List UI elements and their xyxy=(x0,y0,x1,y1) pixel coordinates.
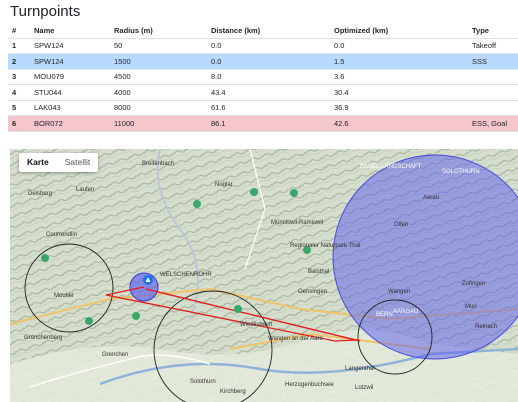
place-label: Nuglar xyxy=(215,182,233,188)
place-label: WELSCHENROHR xyxy=(160,272,212,278)
cell-index: 3 xyxy=(8,69,30,85)
cell-type: Takeoff xyxy=(468,38,518,54)
cell-optimized: 3.6 xyxy=(330,69,468,85)
takeoff-marker[interactable] xyxy=(143,275,153,285)
place-label: Balsthal xyxy=(308,269,330,275)
table-row[interactable]: 3 MOU079 4500 8.0 3.6 xyxy=(8,69,518,85)
place-label: Langenthal xyxy=(345,366,375,372)
cell-type xyxy=(468,69,518,85)
place-label: Grenchen xyxy=(102,352,129,358)
column-header-distance: Distance (km) xyxy=(207,23,330,39)
cell-radius: 1500 xyxy=(110,53,207,70)
cell-index: 4 xyxy=(8,84,30,101)
cell-distance: 86.1 xyxy=(207,115,330,132)
cell-type xyxy=(468,100,518,116)
cell-name: SPW124 xyxy=(30,38,110,54)
cell-name: MOU079 xyxy=(30,69,110,85)
region-label: BERN xyxy=(376,312,393,318)
place-label: Herzogenbuchsee xyxy=(285,382,334,388)
cell-distance: 43.4 xyxy=(207,84,330,101)
cell-optimized: 1.5 xyxy=(330,53,468,70)
page-title: Turnpoints xyxy=(10,3,81,20)
cell-name: STU044 xyxy=(30,84,110,101)
place-label: Wangen an der Aare xyxy=(268,336,323,342)
place-label: Wiedlisbach xyxy=(240,322,273,328)
column-header-name: Name xyxy=(30,23,110,39)
cell-radius: 4000 xyxy=(110,84,207,101)
place-label: Mümliswil-Ramiswil xyxy=(271,220,323,226)
place-label: Moutier xyxy=(54,293,75,299)
cell-distance: 0.0 xyxy=(207,38,330,54)
cell-optimized: 36.9 xyxy=(330,100,468,116)
place-label: Laufen xyxy=(76,187,95,193)
cell-type xyxy=(468,84,518,101)
map-tab-satellit[interactable]: Satellit xyxy=(57,153,99,172)
cell-optimized: 0.0 xyxy=(330,38,468,54)
cell-type: ESS, Goal xyxy=(468,115,518,132)
place-label: Muri xyxy=(465,304,477,310)
place-label: Kirchberg xyxy=(220,389,246,395)
place-label: Wangen xyxy=(388,289,411,295)
cell-index: 5 xyxy=(8,100,30,116)
place-label: Grenchenberg xyxy=(24,335,63,341)
place-label: Aarau xyxy=(423,195,440,201)
table-row[interactable]: 6 BOR072 11000 86.1 42.6 ESS, Goal xyxy=(8,115,518,132)
region-label: SOLOTHURN xyxy=(442,169,480,175)
column-header-index: # xyxy=(8,23,30,39)
column-header-radius: Radius (m) xyxy=(110,23,207,39)
cell-optimized: 30.4 xyxy=(330,84,468,101)
place-label: Reinach xyxy=(475,324,498,330)
cell-index: 6 xyxy=(8,115,30,132)
place-label: Oensingen xyxy=(298,289,328,295)
map-tab-karte[interactable]: Karte xyxy=(19,153,57,172)
place-label: Regionaler Naturpark Thal xyxy=(290,243,361,249)
region-label: AARGAU xyxy=(393,309,419,315)
table-row[interactable]: 1 SPW124 50 0.0 0.0 Takeoff xyxy=(8,38,518,54)
cell-name: BOR072 xyxy=(30,115,110,132)
place-label: Courrendlin xyxy=(46,232,78,238)
cell-index: 2 xyxy=(8,53,30,70)
cell-name: SPW124 xyxy=(30,53,110,70)
column-header-type: Type xyxy=(468,23,518,39)
cell-radius: 50 xyxy=(110,38,207,54)
table-header-row: # Name Radius (m) Distance (km) Optimize… xyxy=(8,23,518,39)
turnpoints-table: # Name Radius (m) Distance (km) Optimize… xyxy=(8,23,518,132)
place-label: Lotzwil xyxy=(355,385,374,391)
table-row[interactable]: 4 STU044 4000 43.4 30.4 xyxy=(8,84,518,101)
map-view[interactable]: Karte Satellit Breitenbach Delsberg Cour… xyxy=(10,149,518,402)
cell-radius: 8000 xyxy=(110,100,207,116)
table-row[interactable]: 5 LAK043 8000 61.6 36.9 xyxy=(8,100,518,116)
cell-distance: 8.0 xyxy=(207,69,330,85)
place-label: Olten xyxy=(394,222,409,228)
cell-optimized: 42.6 xyxy=(330,115,468,132)
cell-index: 1 xyxy=(8,38,30,54)
cell-radius: 4500 xyxy=(110,69,207,85)
column-header-optimized: Optimized (km) xyxy=(330,23,468,39)
cell-distance: 61.6 xyxy=(207,100,330,116)
place-label: Zofingen xyxy=(462,281,486,287)
place-label: Solothurn xyxy=(190,379,216,385)
cell-name: LAK043 xyxy=(30,100,110,116)
table-row[interactable]: 2 SPW124 1500 0.0 1.5 SSS xyxy=(8,53,518,70)
cell-distance: 0.0 xyxy=(207,53,330,70)
cell-radius: 11000 xyxy=(110,115,207,132)
cell-type: SSS xyxy=(468,53,518,70)
place-label: Delsberg xyxy=(28,191,53,197)
map-type-toggle: Karte Satellit xyxy=(19,153,99,172)
region-label: BASEL-LANDSCHAFT xyxy=(360,164,422,170)
place-label: Breitenbach xyxy=(142,161,175,167)
